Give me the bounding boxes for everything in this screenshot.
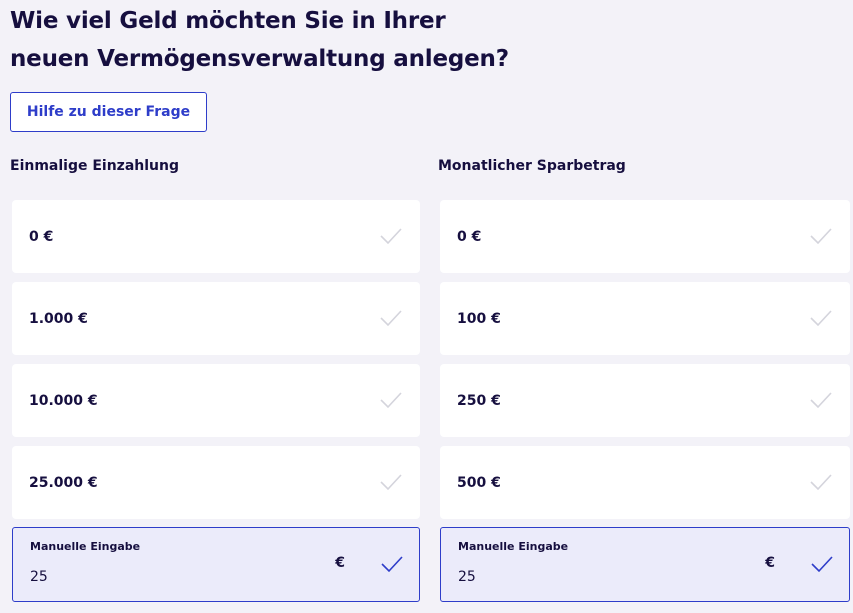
checkmark-icon[interactable] xyxy=(811,555,833,573)
currency-symbol: € xyxy=(335,555,345,571)
option-label: 0 € xyxy=(457,228,482,245)
monthly-manual-input[interactable] xyxy=(458,566,738,588)
currency-symbol: € xyxy=(765,555,775,571)
help-button[interactable]: Hilfe zu dieser Frage xyxy=(10,92,207,132)
question-line-2: neuen Vermögensverwaltung anlegen? xyxy=(10,46,509,72)
checkmark-icon xyxy=(810,310,832,327)
option-label: 0 € xyxy=(29,228,54,245)
question-line-1: Wie viel Geld möchten Sie in Ihrer xyxy=(10,8,446,34)
question-title: Wie viel Geld möchten Sie in Ihrer neuen… xyxy=(10,2,610,78)
one-time-option-1000[interactable]: 1.000 € xyxy=(12,282,420,355)
one-time-option-25000[interactable]: 25.000 € xyxy=(12,446,420,519)
manual-entry-label: Manuelle Eingabe xyxy=(458,540,569,553)
checkmark-icon xyxy=(810,228,832,245)
one-time-option-0[interactable]: 0 € xyxy=(12,200,420,273)
monthly-option-0[interactable]: 0 € xyxy=(440,200,850,273)
manual-entry-label: Manuelle Eingabe xyxy=(30,540,141,553)
option-label: 25.000 € xyxy=(29,474,98,491)
monthly-option-500[interactable]: 500 € xyxy=(440,446,850,519)
option-label: 250 € xyxy=(457,392,501,409)
monthly-option-250[interactable]: 250 € xyxy=(440,364,850,437)
one-time-deposit-label: Einmalige Einzahlung xyxy=(10,158,179,174)
one-time-manual-input[interactable] xyxy=(30,566,310,588)
monthly-manual-entry: Manuelle Eingabe € xyxy=(440,527,850,602)
checkmark-icon xyxy=(380,392,402,409)
option-label: 10.000 € xyxy=(29,392,98,409)
checkmark-icon xyxy=(380,228,402,245)
option-label: 500 € xyxy=(457,474,501,491)
checkmark-icon xyxy=(380,310,402,327)
option-label: 1.000 € xyxy=(29,310,88,327)
monthly-savings-label: Monatlicher Sparbetrag xyxy=(438,158,626,174)
option-label: 100 € xyxy=(457,310,501,327)
checkmark-icon[interactable] xyxy=(381,555,403,573)
one-time-option-10000[interactable]: 10.000 € xyxy=(12,364,420,437)
monthly-option-100[interactable]: 100 € xyxy=(440,282,850,355)
one-time-manual-entry: Manuelle Eingabe € xyxy=(12,527,420,602)
checkmark-icon xyxy=(810,474,832,491)
checkmark-icon xyxy=(810,392,832,409)
checkmark-icon xyxy=(380,474,402,491)
